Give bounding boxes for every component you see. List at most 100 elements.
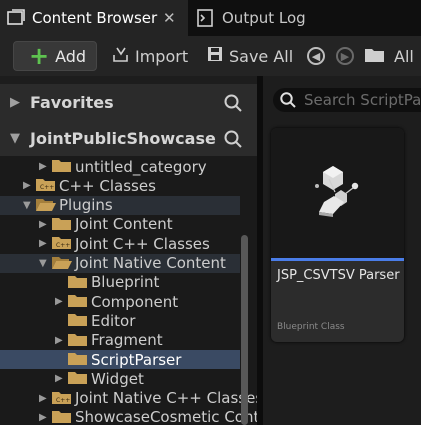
tree-item-label: Fragment — [91, 331, 163, 350]
tree-item[interactable]: ▼ Joint Native Content — [0, 253, 240, 273]
close-icon[interactable]: ✕ — [163, 9, 176, 27]
save-icon — [207, 46, 223, 66]
folder-icon — [52, 159, 72, 173]
tree-item-label: ShowcaseCosmetic Content — [75, 408, 257, 425]
folder-icon — [68, 371, 88, 385]
cpp-folder-icon: C++ — [52, 391, 72, 405]
asset-search-box[interactable] — [273, 88, 421, 112]
path-breadcrumb[interactable]: All — [365, 41, 414, 71]
tree-item-label: Joint Native C++ Classes — [75, 389, 257, 408]
tab-label: Content Browser — [32, 9, 158, 27]
chevron-right-icon[interactable]: ▶ — [39, 393, 49, 404]
arrow-left-icon: ◀ — [307, 47, 325, 65]
folder-icon — [365, 47, 384, 66]
tree-item[interactable]: Blueprint — [0, 273, 240, 292]
tree-item[interactable]: ScriptParser — [0, 350, 240, 369]
tree-item[interactable]: ▶ Fragment — [0, 331, 240, 350]
search-icon[interactable] — [224, 94, 242, 112]
tree-item-label: Joint Content — [75, 215, 173, 234]
forward-button[interactable]: ▶ — [336, 41, 354, 71]
folder-icon — [68, 352, 88, 366]
favorites-header[interactable]: ▶ Favorites — [0, 84, 257, 120]
import-icon — [112, 46, 129, 66]
asset-name: JSP_CSVTSV Parser — [277, 268, 400, 283]
tree-scrollbar[interactable] — [241, 235, 248, 425]
folder-icon — [68, 294, 88, 308]
asset-tile[interactable]: JSP_CSVTSV Parser Blueprint Class — [271, 128, 404, 342]
tree-item-label: Editor — [91, 311, 136, 330]
tree-item[interactable]: Editor — [0, 311, 240, 330]
search-input[interactable] — [304, 91, 421, 109]
save-all-label: Save All — [229, 46, 294, 66]
folder-icon — [52, 217, 72, 231]
add-button[interactable]: + Add — [13, 41, 97, 71]
folder-icon — [52, 410, 72, 424]
back-button[interactable]: ◀ — [307, 41, 325, 71]
svg-text:C++: C++ — [56, 242, 70, 249]
project-label: JointPublicShowcase — [30, 128, 216, 148]
tree-item-label: Joint C++ Classes — [75, 234, 210, 253]
tree-item[interactable]: ▶ untitled_category — [0, 157, 240, 176]
tree-item[interactable]: ▶ Joint Content — [0, 215, 240, 234]
folder-icon — [68, 333, 88, 347]
tree-item[interactable]: ▶ C++ C++ Classes — [0, 176, 240, 195]
tree-item-label: C++ Classes — [59, 176, 156, 195]
toolbar: + Add Import Save All ◀ ▶ All — [0, 36, 421, 76]
import-button[interactable]: Import — [112, 41, 188, 71]
tree-item-label: Blueprint — [91, 273, 160, 292]
chevron-right-icon[interactable]: ▶ — [55, 335, 65, 346]
tree-item[interactable]: ▶ ShowcaseCosmetic Content — [0, 408, 257, 425]
tree-item-label: Widget — [91, 369, 144, 388]
asset-thumbnail — [271, 128, 404, 258]
tab-label: Output Log — [222, 9, 306, 27]
chevron-down-icon: ▼ — [10, 130, 20, 146]
tree-item-label: untitled_category — [75, 157, 207, 176]
chevron-right-icon[interactable]: ▶ — [39, 219, 49, 230]
chevron-right-icon[interactable]: ▶ — [39, 412, 49, 423]
asset-type: Blueprint Class — [277, 322, 345, 332]
content-browser-icon — [7, 9, 25, 27]
tree-item-label: Joint Native Content — [75, 254, 226, 272]
tab-bar: Content Browser ✕ Output Log — [0, 0, 421, 36]
tab-content-browser[interactable]: Content Browser ✕ — [0, 0, 188, 36]
tree-item-label: ScriptParser — [91, 350, 182, 369]
search-icon — [280, 92, 296, 108]
svg-text:C++: C++ — [56, 397, 70, 404]
tree-item[interactable]: ▶ Widget — [0, 369, 240, 388]
chevron-right-icon[interactable]: ▶ — [39, 161, 49, 172]
chevron-down-icon[interactable]: ▼ — [39, 258, 49, 269]
project-header[interactable]: ▼ JointPublicShowcase — [0, 120, 257, 156]
chevron-right-icon[interactable]: ▶ — [55, 296, 65, 307]
path-label: All — [394, 46, 414, 66]
tree-item-label: Plugins — [59, 196, 113, 215]
tree-item[interactable]: ▼ Plugins — [0, 195, 240, 215]
search-icon[interactable] — [224, 130, 242, 148]
chevron-right-icon: ▶ — [10, 94, 20, 110]
tree-item[interactable]: ▶ C++ Joint C++ Classes — [0, 234, 240, 253]
svg-text:C++: C++ — [40, 184, 54, 191]
import-label: Import — [135, 46, 189, 66]
save-all-button[interactable]: Save All — [207, 41, 293, 71]
arrow-right-icon: ▶ — [336, 47, 354, 65]
asset-type-color-bar — [271, 258, 404, 261]
chevron-right-icon[interactable]: ▶ — [23, 180, 33, 191]
tab-output-log[interactable]: Output Log — [190, 0, 360, 36]
output-log-icon — [197, 9, 215, 27]
tree-item-label: Component — [91, 292, 179, 311]
folder-tree: ▶ untitled_category ▶ C++ C++ Classes ▼ Plugin… — [0, 156, 257, 425]
plus-icon: + — [29, 42, 50, 70]
cpp-folder-icon: C++ — [52, 236, 72, 250]
folder-icon — [68, 313, 88, 327]
favorites-label: Favorites — [30, 92, 114, 112]
tree-item[interactable]: ▶ Component — [0, 292, 240, 311]
add-label: Add — [55, 46, 87, 66]
folder-icon — [68, 275, 88, 289]
tree-item[interactable]: ▶ C++ Joint Native C++ Classes — [0, 389, 257, 408]
blueprint-node-icon — [315, 166, 359, 217]
chevron-down-icon[interactable]: ▼ — [23, 200, 33, 211]
chevron-right-icon[interactable]: ▶ — [55, 373, 65, 384]
asset-view: JSP_CSVTSV Parser Blueprint Class — [263, 76, 421, 425]
folder-open-icon — [52, 256, 72, 270]
chevron-right-icon[interactable]: ▶ — [39, 238, 49, 249]
cpp-folder-icon: C++ — [36, 178, 56, 192]
